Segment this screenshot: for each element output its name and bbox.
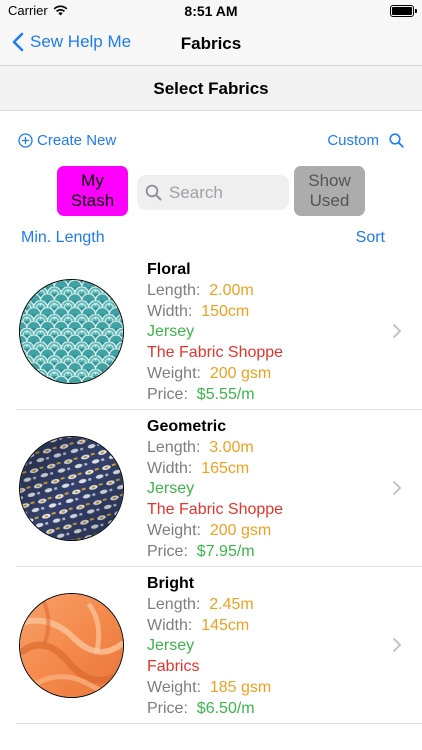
fabric-length: 2.45m [209,595,254,613]
price-label: Price: [147,542,188,560]
my-stash-button[interactable]: My Stash [57,166,128,216]
width-label: Width: [147,459,193,477]
battery-icon [390,5,417,17]
my-stash-label-line2: Stash [70,191,115,210]
fabric-price: $6.50/m [196,699,255,717]
fabric-length: 2.00m [209,281,254,299]
length-label: Length: [147,595,201,613]
fabric-width: 150cm [201,302,250,320]
fabric-thumbnail [19,436,124,541]
fabric-width: 145cm [201,616,250,634]
search-input[interactable] [169,182,279,203]
chevron-right-icon [393,324,401,338]
fabric-shop: The Fabric Shoppe [147,344,284,362]
search-icon[interactable] [389,133,404,148]
fabric-row-floral[interactable]: Floral Length: 2.00m Width: 150cm Jersey… [0,253,422,410]
section-header: Select Fabrics [0,66,422,111]
page-title: Select Fabrics [153,79,269,98]
fabric-details: Bright Length: 2.45m Width: 145cm Jersey… [147,574,271,720]
fabric-price: $7.95/m [196,542,255,560]
fabric-shop: The Fabric Shoppe [147,501,284,519]
clock: 8:51 AM [184,3,238,19]
custom-button[interactable]: Custom [327,132,404,149]
fabric-shop: Fabrics [147,658,200,676]
fabric-thumbnail [19,279,124,384]
min-length-button[interactable]: Min. Length [21,229,105,247]
fabric-weight: 200 gsm [209,521,272,539]
fabric-name: Geometric [147,418,227,435]
chevron-right-icon [393,638,401,652]
show-used-label-line2: Used [309,191,350,210]
length-label: Length: [147,438,201,456]
sort-button[interactable]: Sort [356,229,385,247]
status-bar: Carrier 8:51 AM [0,0,422,22]
fabric-type: Jersey [147,480,195,498]
fabric-width: 165cm [201,459,250,477]
fabric-weight: 185 gsm [209,678,272,696]
weight-label: Weight: [147,521,201,539]
width-label: Width: [147,616,193,634]
fabric-type: Jersey [147,323,195,341]
search-bar[interactable] [137,175,289,210]
fabric-price: $5.55/m [196,385,255,403]
fabric-row-bright[interactable]: Bright Length: 2.45m Width: 145cm Jersey… [0,567,422,724]
my-stash-label-line1: My [81,171,104,190]
weight-label: Weight: [147,678,201,696]
show-used-button[interactable]: Show Used [294,166,365,216]
fabric-type: Jersey [147,637,195,655]
fabric-details: Geometric Length: 3.00m Width: 165cm Jer… [147,417,283,563]
price-label: Price: [147,699,188,717]
length-label: Length: [147,281,201,299]
fabric-length: 3.00m [209,438,254,456]
fabric-name: Bright [147,575,195,592]
price-label: Price: [147,385,188,403]
width-label: Width: [147,302,193,320]
create-new-button[interactable]: Create New [18,132,116,149]
plus-circle-icon [18,133,33,148]
fabric-name: Floral [147,261,191,278]
weight-label: Weight: [147,364,201,382]
fabric-row-geometric[interactable]: Geometric Length: 3.00m Width: 165cm Jer… [0,410,422,567]
nav-title: Fabrics [180,34,242,53]
fabric-list: Floral Length: 2.00m Width: 150cm Jersey… [0,253,422,724]
create-new-label: Create New [37,132,117,149]
fabric-thumbnail [19,593,124,698]
chevron-right-icon [393,481,401,495]
show-used-label-line1: Show [308,171,351,190]
search-icon [145,184,162,201]
navigation-bar: Sew Help Me Fabrics [0,22,422,66]
fabric-weight: 200 gsm [209,364,272,382]
fabric-details: Floral Length: 2.00m Width: 150cm Jersey… [147,260,283,406]
custom-label: Custom [327,132,379,149]
